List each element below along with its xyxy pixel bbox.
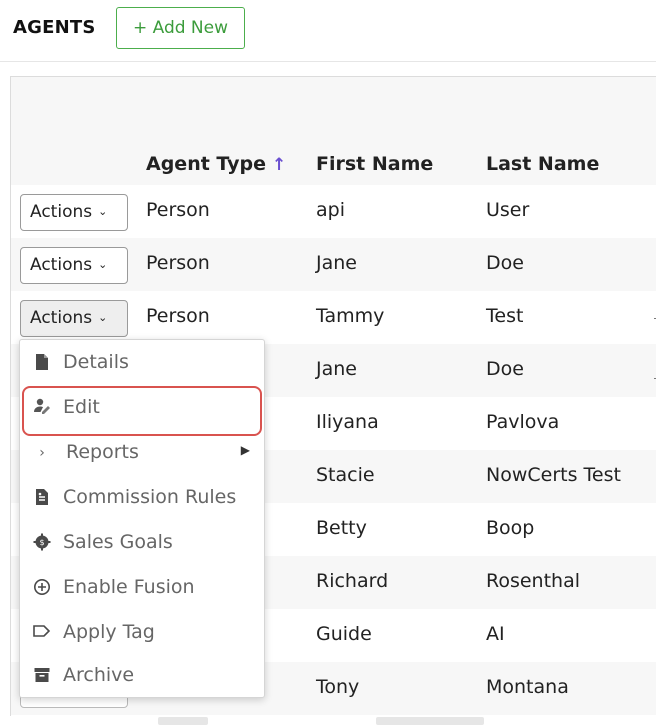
archive-icon [32, 666, 52, 686]
gear-badge-icon: $ [32, 533, 52, 553]
actions-label: Actions [30, 308, 93, 328]
first-name-cell: api [316, 199, 345, 221]
table-row: Actions ⌄ Person api User [11, 185, 656, 238]
header-divider [0, 61, 656, 62]
menu-item-edit[interactable]: Edit [20, 388, 264, 428]
menu-item-sales-goals[interactable]: $ Sales Goals [20, 523, 264, 563]
chevron-right-icon: › [39, 445, 45, 461]
chevron-down-icon: ⌄ [98, 311, 108, 324]
column-header-last-name[interactable]: Last Name [486, 153, 599, 175]
last-name-cell: AI [486, 623, 505, 645]
first-name-cell: Richard [316, 570, 389, 592]
table-footer [0, 716, 656, 725]
actions-dropdown-button[interactable]: Actions ⌄ [20, 194, 128, 231]
column-header-agent-type[interactable]: Agent Type ↑ [146, 153, 286, 175]
last-name-cell: Test [486, 305, 524, 327]
menu-item-label: Archive [63, 664, 135, 686]
last-name-cell: User [486, 199, 530, 221]
menu-item-label: Apply Tag [63, 621, 155, 643]
actions-label: Actions [30, 255, 93, 275]
first-name-cell: Stacie [316, 464, 375, 486]
last-name-cell: Doe [486, 252, 524, 274]
pagination-control[interactable] [376, 717, 484, 725]
column-label: Agent Type [146, 153, 266, 175]
menu-item-archive[interactable]: Archive [20, 656, 264, 696]
menu-item-label: Details [63, 351, 129, 373]
first-name-cell: Iliyana [316, 411, 379, 433]
agent-type-cell: Person [146, 199, 210, 221]
svg-text:$: $ [39, 538, 44, 547]
menu-item-label: Edit [63, 396, 100, 418]
rules-doc-icon [32, 488, 52, 508]
actions-label: Actions [30, 202, 93, 222]
chevron-down-icon: ⌄ [98, 258, 108, 271]
table-row: Actions ⌄ Person Jane Doe [11, 238, 656, 291]
page-header: AGENTS + Add New [0, 0, 656, 60]
first-name-cell: Betty [316, 517, 367, 539]
last-name-cell: Montana [486, 676, 569, 698]
chevron-down-icon: ⌄ [98, 205, 108, 218]
sort-ascending-icon: ↑ [272, 155, 287, 175]
table-header: Agent Type ↑ First Name Last Name [11, 77, 656, 185]
menu-item-label: Commission Rules [63, 486, 237, 508]
document-icon [32, 353, 52, 373]
first-name-cell: Jane [316, 252, 357, 274]
add-new-button[interactable]: + Add New [116, 7, 245, 49]
submenu-arrow-icon: ▶ [240, 443, 250, 457]
menu-item-apply-tag[interactable]: Apply Tag [20, 613, 264, 653]
menu-item-reports[interactable]: › Reports ▶ [20, 433, 264, 473]
actions-dropdown-button[interactable]: Actions ⌄ [20, 247, 128, 284]
menu-item-label: Sales Goals [63, 531, 173, 553]
agent-type-cell: Person [146, 305, 210, 327]
agent-type-cell: Person [146, 252, 210, 274]
table-row: Actions ⌄ Person Tammy Test [11, 291, 656, 344]
last-name-cell: Pavlova [486, 411, 560, 433]
column-label: Last Name [486, 153, 600, 175]
first-name-cell: Tammy [316, 305, 385, 327]
last-name-cell: Boop [486, 517, 535, 539]
tag-icon [32, 623, 52, 643]
last-name-cell: Doe [486, 358, 524, 380]
actions-dropdown-button[interactable]: Actions ⌄ [20, 300, 128, 337]
menu-item-label: Reports [66, 441, 139, 463]
first-name-cell: Tony [316, 676, 360, 698]
first-name-cell: Jane [316, 358, 357, 380]
menu-item-enable-fusion[interactable]: Enable Fusion [20, 568, 264, 608]
pagination-control[interactable] [158, 717, 208, 725]
plus-circle-icon [32, 578, 52, 598]
last-name-cell: Rosenthal [486, 570, 581, 592]
column-label: First Name [316, 153, 434, 175]
first-name-cell: Guide [316, 623, 372, 645]
user-edit-icon [32, 398, 52, 418]
menu-item-details[interactable]: Details [20, 343, 264, 383]
menu-item-commission-rules[interactable]: Commission Rules [20, 478, 264, 518]
page-title: AGENTS [13, 17, 96, 38]
menu-item-label: Enable Fusion [63, 576, 195, 598]
last-name-cell: NowCerts Test [486, 464, 621, 486]
column-header-first-name[interactable]: First Name [316, 153, 433, 175]
actions-menu: Details Edit › Reports ▶ Commission Rule… [19, 339, 265, 698]
